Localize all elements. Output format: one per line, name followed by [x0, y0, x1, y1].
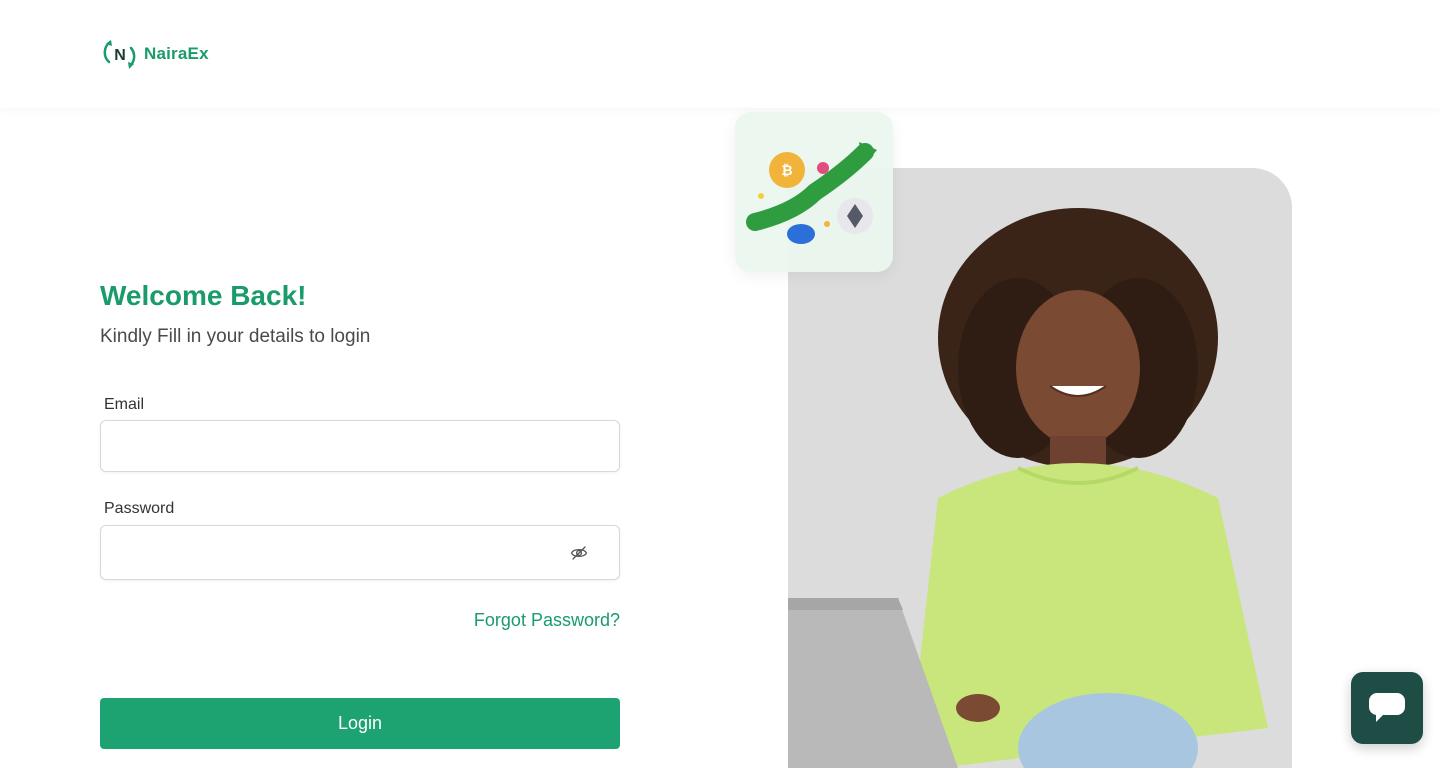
- password-label: Password: [104, 500, 175, 517]
- page-title: Welcome Back!: [100, 280, 307, 311]
- crypto-growth-graphic: ₿: [746, 142, 877, 244]
- brand-logo[interactable]: N NairaEx: [102, 34, 209, 74]
- site-header: N NairaEx: [0, 0, 1440, 108]
- eye-off-icon[interactable]: [570, 544, 588, 562]
- forgot-password-link[interactable]: Forgot Password?: [474, 610, 620, 631]
- crypto-growth-illustration: ₿: [735, 112, 893, 272]
- email-label: Email: [104, 396, 145, 413]
- login-button[interactable]: Login: [100, 698, 620, 749]
- chat-launcher-button[interactable]: [1351, 672, 1423, 744]
- password-field[interactable]: [100, 525, 620, 580]
- brand-name: NairaEx: [144, 44, 209, 63]
- login-form: Welcome Back! Kindly Fill in your detail…: [100, 280, 620, 749]
- svg-text:N: N: [114, 47, 126, 64]
- svg-text:₿: ₿: [781, 162, 792, 178]
- chat-bubble-icon: [1369, 693, 1405, 722]
- email-field[interactable]: [100, 420, 620, 472]
- page-subtitle: Kindly Fill in your details to login: [100, 326, 371, 347]
- nairaex-logo-icon: N: [103, 40, 136, 69]
